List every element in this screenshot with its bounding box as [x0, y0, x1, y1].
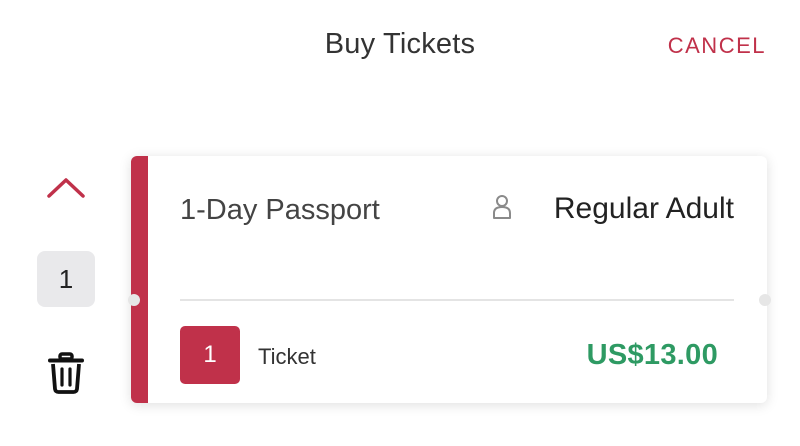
quantity-value: 1: [37, 251, 95, 307]
ticket-price: US$13.00: [586, 339, 718, 371]
pass-name: 1-Day Passport: [180, 194, 380, 226]
card-notch-right: [759, 294, 771, 306]
ticket-count-badge: 1: [180, 326, 240, 384]
ticket-card[interactable]: 1-Day Passport Regular Adult 1 Ticket US…: [131, 156, 767, 403]
buy-tickets-screen: Buy Tickets CANCEL 1 1-Day Passport Regu…: [0, 0, 800, 446]
chevron-up-icon: [47, 178, 85, 198]
ticket-count-label: Ticket: [258, 344, 316, 369]
cancel-button[interactable]: CANCEL: [668, 33, 766, 59]
card-notch-left: [128, 294, 140, 306]
divider: [180, 299, 734, 301]
card-accent-bar: [131, 156, 148, 403]
trash-icon: [48, 352, 84, 394]
person-icon: [493, 195, 511, 219]
ticket-type: Regular Adult: [553, 192, 734, 225]
delete-ticket-button[interactable]: [46, 352, 86, 394]
increase-quantity-button[interactable]: [45, 172, 87, 202]
